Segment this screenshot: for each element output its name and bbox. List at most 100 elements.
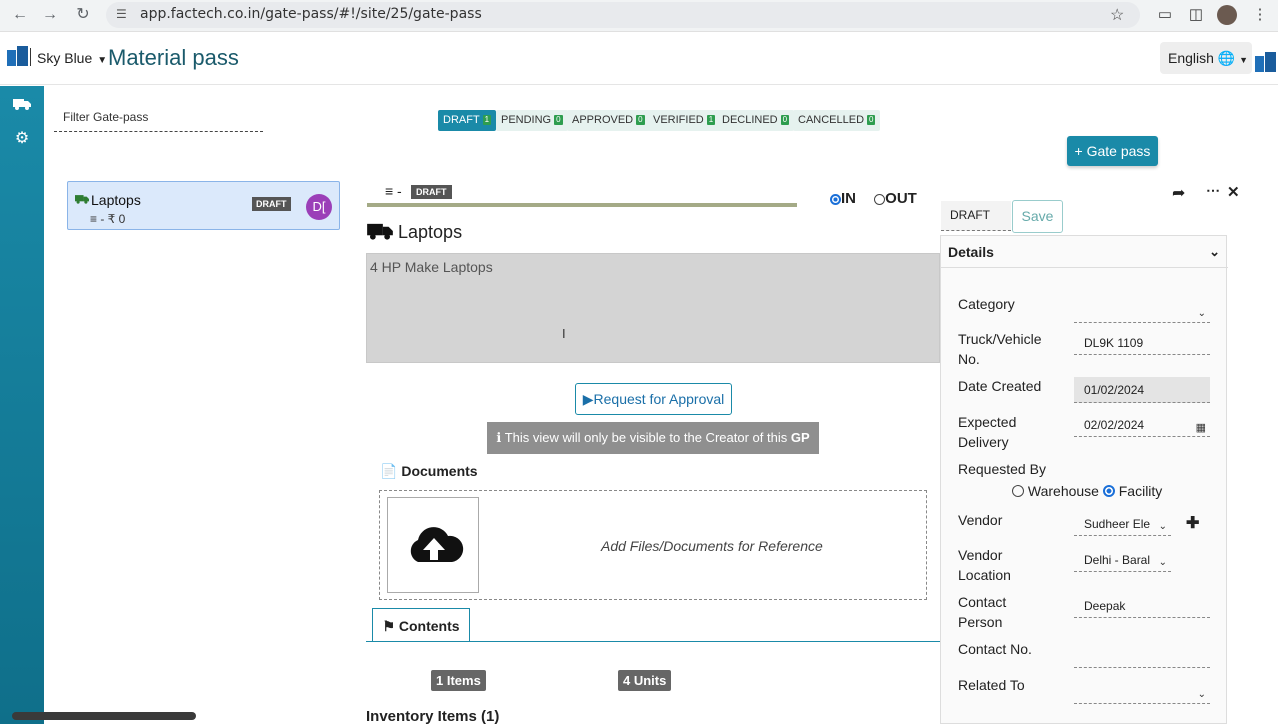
tab-cancelled[interactable]: CANCELLED 0 xyxy=(793,110,881,131)
status-badge: DRAFT xyxy=(252,197,291,211)
list-item-summary: ≡ - ₹ 0 xyxy=(90,212,126,226)
main-content: Filter Gate-pass DRAFT 1 PENDING 0 APPROVE… xyxy=(44,86,1278,725)
forward-icon[interactable]: → xyxy=(39,4,61,26)
send-icon: ▶ xyxy=(582,391,594,407)
details-header[interactable]: Details ⌄ xyxy=(941,236,1228,268)
upload-button[interactable] xyxy=(387,497,479,593)
horizontal-scrollbar[interactable] xyxy=(12,712,196,720)
chevron-down-icon: ⌄ xyxy=(1197,689,1206,700)
radio-warehouse[interactable]: Warehouse xyxy=(1012,483,1099,499)
url-text: app.factech.co.in/gate-pass/#!/site/25/g… xyxy=(140,6,482,22)
gate-pass-list-item[interactable]: Laptops ≡ - ₹ 0 DRAFT D[ xyxy=(67,181,340,230)
address-bar[interactable]: ☰ app.factech.co.in/gate-pass/#!/site/25… xyxy=(106,2,1140,28)
count-badge: 0 xyxy=(780,115,790,126)
vendor-location-value: Delhi - Baral xyxy=(1084,553,1151,567)
save-button[interactable]: Save xyxy=(1012,200,1063,233)
text-cursor-icon: I xyxy=(562,326,566,341)
out-label: OUT xyxy=(885,190,917,207)
facility-label: Facility xyxy=(1118,483,1163,499)
tab-label: VERIFIED xyxy=(653,114,704,126)
bookmark-star-icon[interactable]: ☆ xyxy=(1110,5,1124,25)
documents-label: Documents xyxy=(401,463,478,479)
expected-delivery-label-line2: Delivery xyxy=(958,434,1009,450)
contact-person-input[interactable]: Deepak xyxy=(1074,596,1210,618)
filter-gate-pass-input[interactable]: Filter Gate-pass xyxy=(54,110,263,132)
vendor-select[interactable]: Sudheer Ele ⌄ xyxy=(1074,514,1171,536)
side-panel-icon[interactable]: ◫ xyxy=(1185,4,1207,26)
category-label: Category xyxy=(958,296,1015,312)
related-to-select[interactable]: ⌄ xyxy=(1074,682,1210,704)
settings-gear-icon[interactable]: ⚙ xyxy=(12,128,32,148)
tab-draft[interactable]: DRAFT 1 xyxy=(438,110,497,131)
language-label: English xyxy=(1168,50,1214,66)
vendor-value: Sudheer Ele xyxy=(1084,517,1151,531)
language-selector[interactable]: English 🌐 ▼ xyxy=(1160,42,1252,74)
contact-no-input[interactable] xyxy=(1074,646,1210,668)
tab-approved[interactable]: APPROVED 0 xyxy=(567,110,650,131)
truck-icon xyxy=(75,192,89,210)
add-vendor-icon[interactable]: ✚ xyxy=(1186,513,1199,533)
expected-delivery-value: 02/02/2024 xyxy=(1084,418,1145,432)
tab-verified[interactable]: VERIFIED 1 xyxy=(648,110,721,131)
site-settings-icon[interactable]: ☰ xyxy=(116,7,127,21)
browser-menu-icon[interactable]: ⋮ xyxy=(1249,4,1271,26)
tab-label: DRAFT xyxy=(443,114,480,126)
units-count-badge: 4 Units xyxy=(618,670,672,691)
site-selector[interactable]: Sky Blue ▼ xyxy=(37,50,107,66)
menu-lines-icon[interactable]: ≡ - xyxy=(385,183,402,199)
requested-by-label: Requested By xyxy=(958,461,1046,477)
truck-icon xyxy=(367,222,398,242)
calendar-icon[interactable]: ▦ xyxy=(1196,418,1206,438)
vehicle-label-line2: No. xyxy=(958,351,980,367)
documents-dropzone[interactable]: Add Files/Documents for Reference xyxy=(379,490,927,600)
notice-bold: GP xyxy=(790,430,810,445)
tab-contents[interactable]: ⚑ Contents xyxy=(372,608,470,642)
profile-avatar[interactable] xyxy=(1217,5,1237,25)
details-title: Details xyxy=(948,244,994,260)
chevron-down-icon: ⌄ xyxy=(1197,308,1206,319)
cast-icon[interactable]: ▭ xyxy=(1154,4,1176,26)
vehicle-number-input[interactable]: DL9K 1109 xyxy=(1074,333,1210,355)
requested-by-options: Warehouse Facility xyxy=(1012,483,1162,499)
count-badge: 0 xyxy=(867,115,876,126)
pass-title-text: Laptops xyxy=(398,222,463,242)
tab-label: DECLINED xyxy=(722,114,778,126)
status-progress-bar xyxy=(367,203,797,207)
request-approval-button[interactable]: ▶Request for Approval xyxy=(575,383,732,415)
contact-person-label-line1: Contact xyxy=(958,594,1007,610)
contents-label: Contents xyxy=(398,618,460,634)
reload-icon[interactable]: ↻ xyxy=(72,4,94,26)
company-logo xyxy=(7,46,29,68)
expected-delivery-input[interactable]: 02/02/2024 ▦ xyxy=(1074,415,1210,437)
radio-out[interactable]: OUT xyxy=(874,190,917,207)
truck-icon[interactable] xyxy=(12,97,32,117)
vendor-location-select[interactable]: Delhi - Baral ⌄ xyxy=(1074,550,1171,572)
back-icon[interactable]: ← xyxy=(9,4,31,26)
in-label: IN xyxy=(841,190,856,207)
vendor-location-label-line1: Vendor xyxy=(958,547,1003,563)
chevron-down-icon[interactable]: ⌄ xyxy=(1209,236,1220,268)
list-item-name: Laptops xyxy=(91,192,141,208)
app-header: Sky Blue ▼ Material pass English 🌐 ▼ xyxy=(0,33,1278,85)
radio-in[interactable]: IN xyxy=(830,190,856,207)
tab-divider xyxy=(366,641,941,642)
cloud-upload-icon xyxy=(410,527,464,562)
tab-label: APPROVED xyxy=(572,114,634,126)
tab-label: CANCELLED xyxy=(798,114,865,126)
details-panel: Details ⌄ Category ⌄ Truck/Vehicle No. DL… xyxy=(940,235,1228,724)
globe-icon: 🌐 xyxy=(1217,50,1236,66)
radio-facility[interactable]: Facility xyxy=(1102,483,1163,499)
warehouse-label: Warehouse xyxy=(1027,483,1099,499)
close-icon[interactable]: ✕ xyxy=(1227,183,1240,201)
tab-declined[interactable]: DECLINED 0 xyxy=(717,110,795,131)
share-icon[interactable]: ➦ xyxy=(1172,183,1185,203)
more-options-icon[interactable]: ⋯ xyxy=(1206,182,1220,199)
add-gate-pass-button[interactable]: + Gate pass xyxy=(1067,136,1158,166)
category-select[interactable]: ⌄ xyxy=(1074,301,1210,323)
inventory-items-heading: Inventory Items (1) xyxy=(366,708,500,725)
tab-pending[interactable]: PENDING 0 xyxy=(496,110,568,131)
description-textarea[interactable]: 4 HP Make Laptops xyxy=(366,253,940,363)
documents-heading: 📄 Documents xyxy=(380,463,478,480)
tag-icon: ⚑ xyxy=(382,618,395,634)
request-approval-label: Request for Approval xyxy=(593,391,725,407)
